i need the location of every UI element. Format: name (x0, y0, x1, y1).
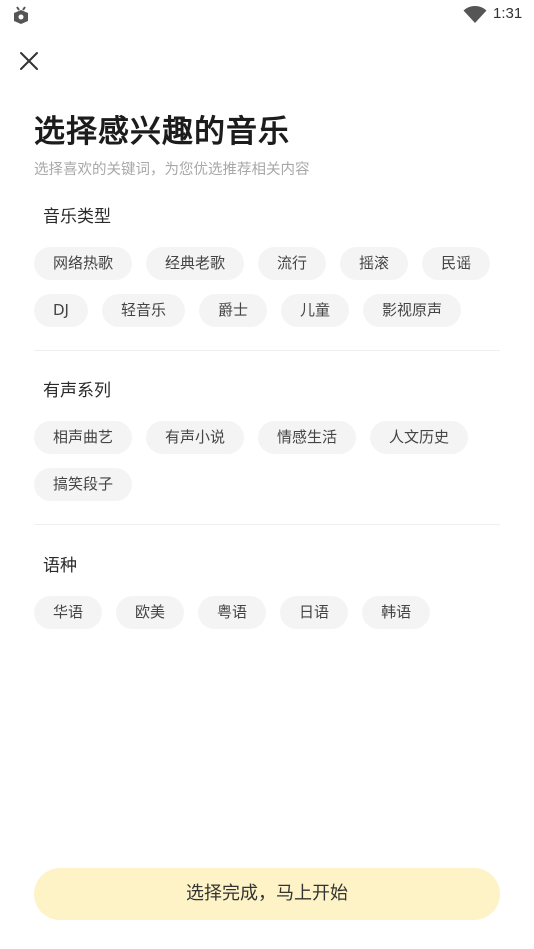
page-title: 选择感兴趣的音乐 (34, 114, 290, 150)
tag-chip[interactable]: 日语 (280, 596, 349, 629)
status-bar: 1:31 (0, 0, 534, 30)
tag-chip[interactable]: 韩语 (362, 596, 431, 629)
wifi-icon (463, 6, 487, 23)
confirm-start-button[interactable]: 选择完成，马上开始 (34, 868, 500, 920)
close-icon[interactable] (16, 48, 42, 74)
tag-chip[interactable]: 网络热歌 (34, 247, 133, 280)
tag-chip[interactable]: 相声曲艺 (34, 421, 133, 454)
tag-chip[interactable]: 轻音乐 (101, 294, 185, 327)
tag-chip[interactable]: 华语 (34, 596, 103, 629)
tag-chip[interactable]: 爵士 (199, 294, 268, 327)
section-title: 有声系列 (43, 381, 111, 401)
page-subtitle: 选择喜欢的关键词，为您优选推荐相关内容 (34, 162, 310, 178)
tag-chip[interactable]: 有声小说 (146, 421, 245, 454)
section-language: 语种 华语 欧美 粤语 日语 韩语 (34, 551, 502, 629)
app-notification-icon (14, 6, 28, 24)
tag-chip[interactable]: 影视原声 (363, 294, 462, 327)
tag-list: 华语 欧美 粤语 日语 韩语 (34, 596, 502, 629)
tag-chip[interactable]: 情感生活 (258, 421, 357, 454)
tag-list: 相声曲艺 有声小说 情感生活 人文历史 搞笑段子 (34, 421, 502, 501)
section-music-type: 音乐类型 网络热歌 经典老歌 流行 摇滚 民谣 DJ 轻音乐 爵士 儿童 影视原… (34, 202, 502, 327)
tag-chip[interactable]: 摇滚 (340, 247, 409, 280)
section-audio-series: 有声系列 相声曲艺 有声小说 情感生活 人文历史 搞笑段子 (34, 376, 502, 501)
tag-chip[interactable]: DJ (34, 294, 88, 327)
tag-chip[interactable]: 粤语 (198, 596, 267, 629)
tag-chip[interactable]: 欧美 (116, 596, 185, 629)
tag-chip[interactable]: 儿童 (281, 294, 350, 327)
section-divider (34, 350, 500, 351)
status-time: 1:31 (493, 5, 523, 22)
tag-chip[interactable]: 流行 (258, 247, 327, 280)
tag-chip[interactable]: 民谣 (422, 247, 491, 280)
tag-list: 网络热歌 经典老歌 流行 摇滚 民谣 DJ 轻音乐 爵士 儿童 影视原声 (34, 247, 502, 327)
tag-chip[interactable]: 经典老歌 (146, 247, 245, 280)
music-preference-screen: 1:31 选择感兴趣的音乐 选择喜欢的关键词，为您优选推荐相关内容 音乐类型 网… (0, 0, 534, 949)
tag-chip[interactable]: 搞笑段子 (34, 468, 133, 501)
tag-chip[interactable]: 人文历史 (370, 421, 469, 454)
section-title: 音乐类型 (43, 207, 111, 227)
section-title: 语种 (43, 556, 77, 576)
section-divider (34, 524, 500, 525)
